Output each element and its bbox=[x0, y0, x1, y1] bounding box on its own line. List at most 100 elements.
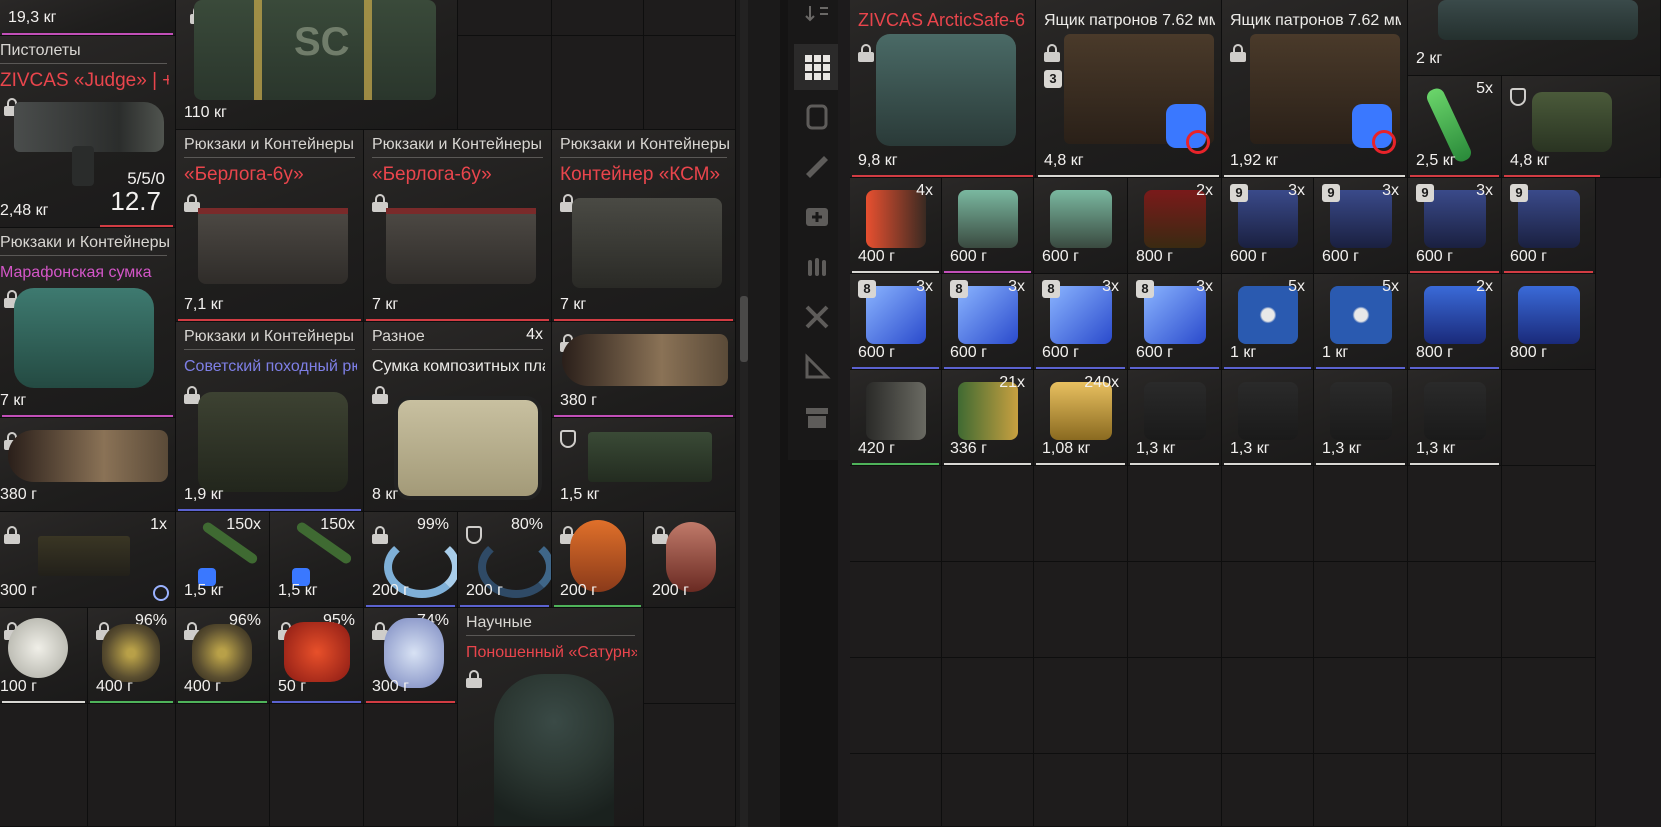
empty-slot[interactable] bbox=[458, 36, 552, 130]
empty-slot[interactable] bbox=[942, 658, 1034, 754]
empty-slot[interactable] bbox=[1408, 658, 1502, 754]
item-cell-pistol[interactable]: Пистолеты ZIVCAS «Judge» | +5 5/5/0 12.7… bbox=[0, 36, 176, 228]
sidebar-weapon-button[interactable] bbox=[794, 144, 840, 190]
item-cell-stim4[interactable]: 8 3x 600 г bbox=[1128, 274, 1222, 370]
item-cell-marathon-bag[interactable]: Рюкзаки и Контейнеры Марафонская сумка 7… bbox=[0, 228, 176, 418]
empty-slot[interactable] bbox=[1314, 562, 1408, 658]
item-cell-arcticsafe[interactable]: ZIVCAS ArcticSafe-6 9,8 кг bbox=[850, 0, 1036, 178]
item-cell-composite-bag[interactable]: Разное 4x Сумка композитных пла... 8 кг bbox=[364, 322, 552, 512]
empty-slot[interactable] bbox=[458, 0, 552, 36]
empty-slot[interactable] bbox=[644, 36, 736, 130]
item-cell-medkit2[interactable]: 5x 1 кг bbox=[1314, 274, 1408, 370]
empty-slot[interactable] bbox=[1128, 562, 1222, 658]
empty-slot[interactable] bbox=[850, 754, 942, 827]
empty-slot[interactable] bbox=[644, 0, 736, 36]
item-cell-topright[interactable]: 2 кг bbox=[1408, 0, 1661, 76]
empty-slot[interactable] bbox=[88, 704, 176, 827]
item-cell-plate3[interactable]: 1,3 кг bbox=[1314, 370, 1408, 466]
item-cell-device1[interactable]: 600 г bbox=[942, 178, 1034, 274]
item-cell-stim2[interactable]: 8 3x 600 г bbox=[942, 274, 1034, 370]
empty-slot[interactable] bbox=[1128, 658, 1222, 754]
empty-slot[interactable] bbox=[644, 608, 736, 704]
empty-slot[interactable] bbox=[176, 704, 270, 827]
item-cell-claw-dark[interactable]: 420 г bbox=[850, 370, 942, 466]
empty-slot[interactable] bbox=[942, 754, 1034, 827]
empty-slot[interactable] bbox=[1502, 754, 1596, 827]
item-cell-ammo-crate[interactable]: Ящик патронов 7.62 мм... 3 4,8 кг bbox=[1036, 0, 1222, 178]
item-cell-bullet[interactable]: 240x 1,08 кг bbox=[1034, 370, 1128, 466]
item-cell-plate4[interactable]: 1,3 кг bbox=[1408, 370, 1502, 466]
empty-slot[interactable] bbox=[1408, 466, 1502, 562]
item-cell-ammo-box[interactable]: 1x 300 г bbox=[0, 512, 176, 608]
empty-slot[interactable] bbox=[942, 562, 1034, 658]
sidebar-ammo-button[interactable] bbox=[794, 244, 840, 290]
item-cell-spray1[interactable]: 9 3x 600 г bbox=[1222, 178, 1314, 274]
empty-slot[interactable] bbox=[1502, 562, 1596, 658]
empty-slot[interactable] bbox=[552, 36, 644, 130]
item-cell-shield-gun[interactable]: 4,8 кг bbox=[1502, 76, 1661, 178]
item-cell-bluekit1[interactable]: 2x 800 г bbox=[1408, 274, 1502, 370]
empty-slot[interactable] bbox=[1314, 658, 1408, 754]
item-cell-spray2[interactable]: 9 3x 600 г bbox=[1314, 178, 1408, 274]
item-cell-red-tool[interactable]: 4x 400 г bbox=[850, 178, 942, 274]
empty-slot[interactable] bbox=[1034, 754, 1128, 827]
sidebar-ruler-button[interactable] bbox=[794, 344, 840, 390]
empty-slot[interactable] bbox=[850, 658, 942, 754]
empty-slot[interactable] bbox=[1128, 466, 1222, 562]
item-cell-rifle-ammo[interactable]: 150x 1,5 кг bbox=[270, 512, 364, 608]
item-cell-medkit1[interactable]: 5x 1 кг bbox=[1222, 274, 1314, 370]
sidebar-backpack-button[interactable] bbox=[794, 94, 840, 140]
empty-slot[interactable] bbox=[850, 562, 942, 658]
item-cell-berloga-1[interactable]: Рюкзаки и Контейнеры «Берлога-6у» 7,1 кг bbox=[176, 130, 364, 322]
empty-slot[interactable] bbox=[1314, 466, 1408, 562]
item-cell-cartridge[interactable]: 21x 336 г bbox=[942, 370, 1034, 466]
item-cell-worm[interactable]: 200 г bbox=[552, 512, 644, 608]
item-cell-bottle[interactable]: 5x 2,5 кг bbox=[1408, 76, 1502, 178]
empty-slot[interactable] bbox=[1034, 658, 1128, 754]
item-cell-skull[interactable]: 380 г bbox=[0, 418, 176, 512]
item-cell-worm[interactable]: 200 г bbox=[644, 512, 736, 608]
item-cell-crate[interactable]: SC 110 кг bbox=[176, 0, 458, 130]
item-cell-rose[interactable]: 100 г bbox=[0, 608, 88, 704]
empty-slot[interactable] bbox=[1034, 466, 1128, 562]
empty-slot[interactable] bbox=[942, 466, 1034, 562]
empty-slot[interactable] bbox=[1502, 466, 1596, 562]
empty-slot[interactable] bbox=[850, 466, 942, 562]
item-cell-can[interactable]: 2x 800 г bbox=[1128, 178, 1222, 274]
item-cell-claw[interactable]: 80% 200 г bbox=[458, 512, 552, 608]
empty-slot[interactable] bbox=[1128, 754, 1222, 827]
item-cell-ammo-crate[interactable]: Ящик патронов 7.62 мм... 1,92 кг bbox=[1222, 0, 1408, 178]
item-cell-stim1[interactable]: 8 3x 600 г bbox=[850, 274, 942, 370]
item-cell-spike[interactable]: 96% 400 г bbox=[176, 608, 270, 704]
sidebar-grid-button[interactable] bbox=[794, 44, 840, 90]
sidebar-archive-button[interactable] bbox=[794, 394, 840, 440]
empty-slot[interactable] bbox=[1502, 370, 1596, 466]
empty-slot[interactable] bbox=[1408, 754, 1502, 827]
item-cell-device2[interactable]: 600 г bbox=[1034, 178, 1128, 274]
empty-slot[interactable] bbox=[552, 0, 644, 36]
empty-slot[interactable] bbox=[1502, 658, 1596, 754]
item-cell-claw[interactable]: 99% 200 г bbox=[364, 512, 458, 608]
item-cell-rifle-ammo[interactable]: 150x 1,5 кг bbox=[176, 512, 270, 608]
empty-slot[interactable] bbox=[1314, 754, 1408, 827]
item-cell-plate1[interactable]: 1,3 кг bbox=[1128, 370, 1222, 466]
item-cell-top[interactable]: 19,3 кг bbox=[0, 0, 176, 36]
item-cell-skull[interactable]: 380 г bbox=[552, 322, 736, 418]
scrollbar-track[interactable] bbox=[740, 0, 748, 827]
item-cell-spike[interactable]: 96% 400 г bbox=[88, 608, 176, 704]
empty-slot[interactable] bbox=[644, 704, 736, 827]
empty-slot[interactable] bbox=[1408, 562, 1502, 658]
scrollbar-thumb[interactable] bbox=[740, 296, 748, 362]
item-cell-saturn-suit[interactable]: Научные Поношенный «Сатурн» ... bbox=[458, 608, 644, 827]
item-cell-spray4[interactable]: 9 600 г bbox=[1502, 178, 1596, 274]
empty-slot[interactable] bbox=[270, 704, 364, 827]
empty-slot[interactable] bbox=[1034, 562, 1128, 658]
item-cell-berloga-2[interactable]: Рюкзаки и Контейнеры «Берлога-6у» 7 кг bbox=[364, 130, 552, 322]
item-cell-plate2[interactable]: 1,3 кг bbox=[1222, 370, 1314, 466]
item-cell-red-crystal[interactable]: 95% 50 г bbox=[270, 608, 364, 704]
item-cell-stim3[interactable]: 8 3x 600 г bbox=[1034, 274, 1128, 370]
sidebar-medkit-button[interactable] bbox=[794, 194, 840, 240]
item-cell-sovetsky-backpack[interactable]: Рюкзаки и Контейнеры Советский походный … bbox=[176, 322, 364, 512]
empty-slot[interactable] bbox=[364, 704, 458, 827]
empty-slot[interactable] bbox=[1222, 658, 1314, 754]
